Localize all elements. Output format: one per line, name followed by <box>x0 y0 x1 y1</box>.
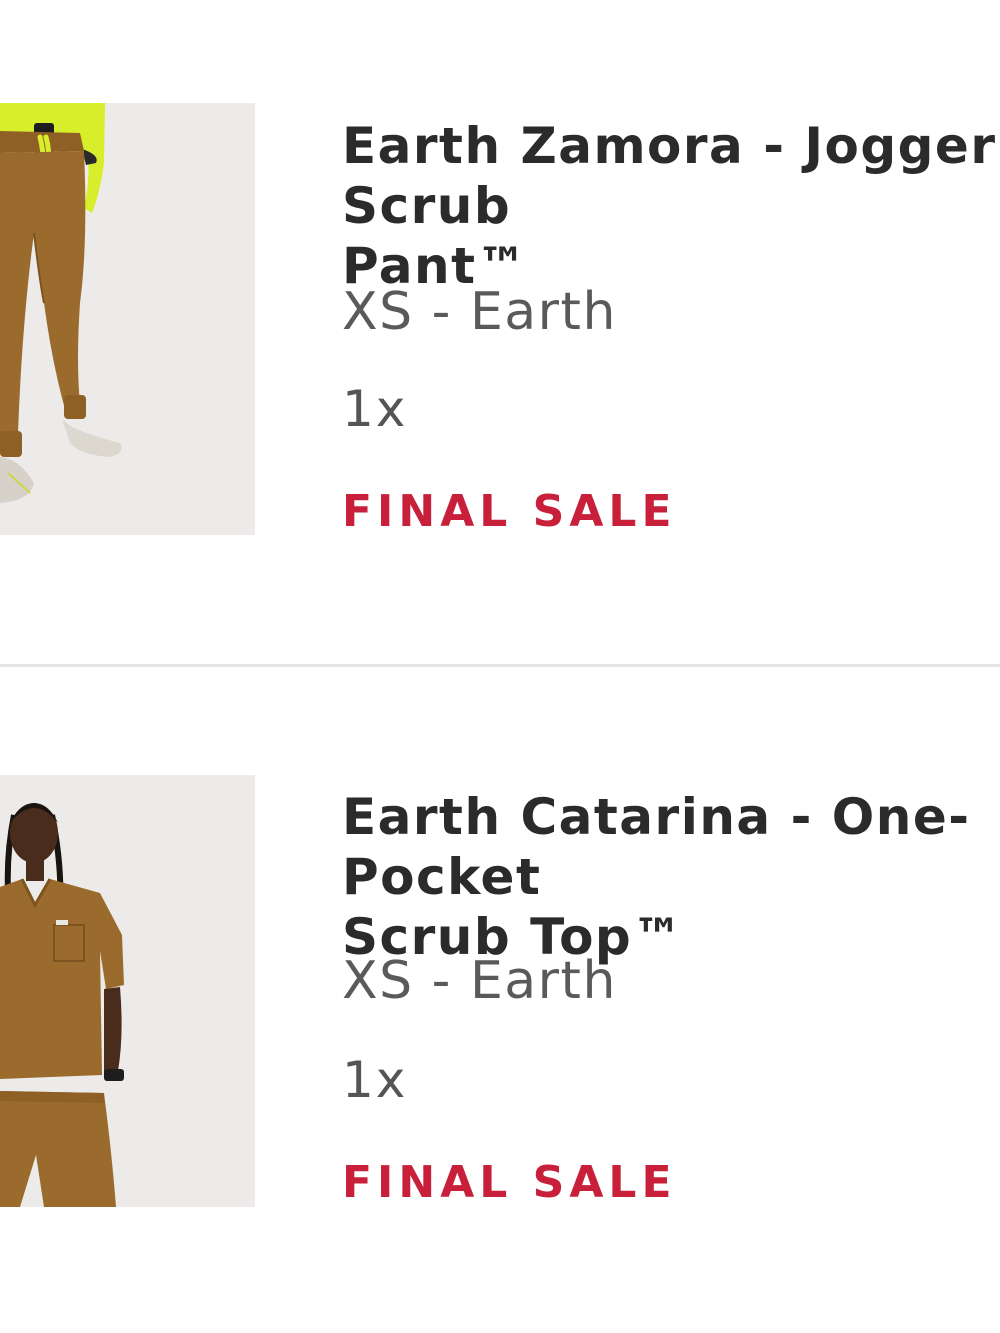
product-title-line1: Earth Zamora - Jogger Scrub <box>342 117 997 235</box>
final-sale-badge: FINAL SALE <box>342 486 677 537</box>
variant-label: XS - Earth <box>342 282 617 342</box>
product-title[interactable]: Earth Zamora - Jogger Scrub Pant™ <box>342 116 1000 296</box>
jogger-pant-photo-icon <box>0 103 255 535</box>
quantity-label: 1x <box>342 1051 408 1109</box>
product-title[interactable]: Earth Catarina - One-Pocket Scrub Top™ <box>342 787 1000 967</box>
product-image[interactable] <box>0 103 255 535</box>
variant-label: XS - Earth <box>342 951 617 1011</box>
cart-item: Earth Catarina - One-Pocket Scrub Top™ X… <box>0 667 1000 1333</box>
product-title-line1: Earth Catarina - One-Pocket <box>342 788 971 906</box>
cart-item: Earth Zamora - Jogger Scrub Pant™ XS - E… <box>0 0 1000 664</box>
scrub-top-photo-icon <box>0 775 255 1207</box>
quantity-label: 1x <box>342 380 408 438</box>
final-sale-badge: FINAL SALE <box>342 1157 677 1208</box>
product-image[interactable] <box>0 775 255 1207</box>
